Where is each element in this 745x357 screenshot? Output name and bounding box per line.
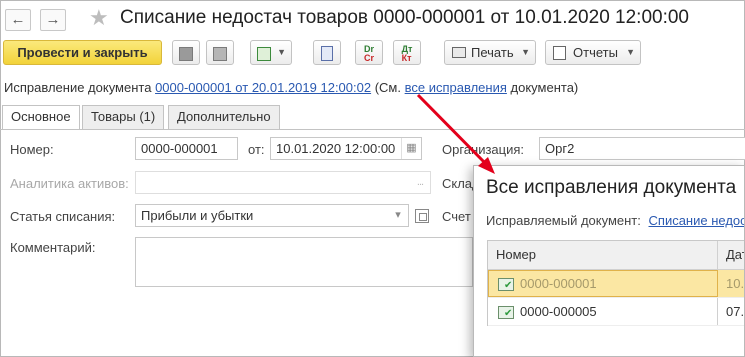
corrected-document-link[interactable]: 0000-000001 от 20.01.2019 12:00:02	[155, 80, 371, 95]
write-off-article-value: Прибыли и убытки	[141, 208, 254, 223]
reports-icon	[553, 46, 566, 60]
tab-divider	[0, 129, 745, 130]
structure-button[interactable]	[313, 40, 341, 65]
post-button[interactable]	[206, 40, 234, 65]
date-label: от:	[248, 142, 265, 157]
write-off-article-label: Статья списания:	[10, 209, 116, 224]
asset-analytics-field[interactable]: ...	[135, 171, 431, 194]
date-value: 10.01.2020 12:00:00	[276, 141, 396, 156]
create-based-on-button[interactable]: ▼	[250, 40, 292, 65]
reports-button[interactable]: Отчеты ▼	[545, 40, 641, 65]
table-cell-date: 10.	[726, 276, 745, 291]
row-number-value: 0000-000001	[520, 276, 597, 291]
favorite-star-icon[interactable]: ★	[89, 6, 109, 30]
forward-button[interactable]: →	[40, 9, 66, 31]
table-cell-number: 0000-000001	[488, 270, 718, 297]
table-row[interactable]: 0000-000005 07.	[488, 298, 745, 326]
row-number-value: 0000-000005	[520, 304, 597, 319]
column-header-date[interactable]: Дат	[718, 241, 744, 269]
dt-kt-button[interactable]: Дт Кт	[393, 40, 421, 65]
dt-cr-button[interactable]: Dr Cr	[355, 40, 383, 65]
page-title: Списание недостач товаров 0000-000001 от…	[120, 7, 689, 28]
tab-goods[interactable]: Товары (1)	[82, 105, 165, 129]
open-link-icon[interactable]	[415, 209, 429, 223]
number-label: Номер:	[10, 142, 54, 157]
reports-label: Отчеты	[573, 45, 618, 60]
corrections-table: Номер Дат 0000-000001 10. 0000-000005 07…	[487, 240, 745, 326]
comment-field[interactable]	[135, 237, 473, 287]
corrected-document-row: Исправляемый документ: Списание недос	[486, 213, 744, 228]
calendar-icon[interactable]: ▦	[401, 138, 421, 159]
corrected-document-link[interactable]: Списание недос	[649, 213, 744, 228]
table-header: Номер Дат	[488, 241, 744, 270]
correction-info: Исправление документа 0000-000001 от 20.…	[4, 80, 578, 95]
table-row[interactable]: 0000-000001 10.	[488, 270, 745, 298]
correction-prefix: Исправление документа	[4, 80, 152, 95]
correction-suffix: документа)	[510, 80, 579, 95]
account-label: Счет	[442, 209, 471, 224]
number-field[interactable]: 0000-000001	[135, 137, 238, 160]
print-label: Печать	[471, 45, 514, 60]
chevron-down-icon[interactable]: ▾	[388, 205, 408, 226]
document-structure-icon	[321, 46, 333, 62]
comment-label: Комментарий:	[10, 240, 96, 255]
printer-icon	[452, 47, 466, 58]
column-header-number[interactable]: Номер	[488, 241, 718, 269]
popup-title: Все исправления документа	[486, 177, 737, 198]
date-field[interactable]: 10.01.2020 12:00:00 ▦	[270, 137, 422, 160]
tab-main[interactable]: Основное	[2, 105, 80, 130]
create-based-on-icon	[257, 46, 271, 61]
print-button[interactable]: Печать ▼	[444, 40, 536, 65]
organization-label: Организация:	[442, 142, 525, 157]
asset-analytics-label: Аналитика активов:	[10, 176, 129, 191]
dt-kt-icon: Дт Кт	[401, 43, 413, 63]
arrow-right-icon: →	[45, 11, 61, 28]
arrow-left-icon: ←	[10, 11, 26, 28]
tab-additional[interactable]: Дополнительно	[168, 105, 280, 129]
table-cell-date: 07.	[726, 304, 745, 319]
chevron-down-icon: ▼	[521, 47, 530, 57]
dr-cr-icon: Dr Cr	[363, 43, 374, 63]
post-document-icon	[213, 46, 227, 61]
save-icon	[179, 46, 193, 61]
all-corrections-link[interactable]: все исправления	[405, 80, 507, 95]
chevron-down-icon: ▼	[277, 47, 286, 57]
write-off-article-field[interactable]: Прибыли и убытки ▾	[135, 204, 409, 227]
save-button[interactable]	[172, 40, 200, 65]
more-options-icon[interactable]: ...	[410, 172, 430, 193]
corrected-document-label: Исправляемый документ:	[486, 213, 641, 228]
posted-document-icon	[498, 306, 514, 320]
posted-document-icon	[498, 278, 514, 292]
organization-field[interactable]: Орг2	[539, 137, 745, 160]
table-cell-number: 0000-000005	[488, 298, 718, 325]
all-corrections-popup: Все исправления документа Исправляемый д…	[473, 165, 745, 357]
post-and-close-button[interactable]: Провести и закрыть	[3, 40, 162, 65]
back-button[interactable]: ←	[5, 9, 31, 31]
chevron-down-icon: ▼	[626, 47, 635, 57]
correction-middle: (См.	[374, 80, 401, 95]
